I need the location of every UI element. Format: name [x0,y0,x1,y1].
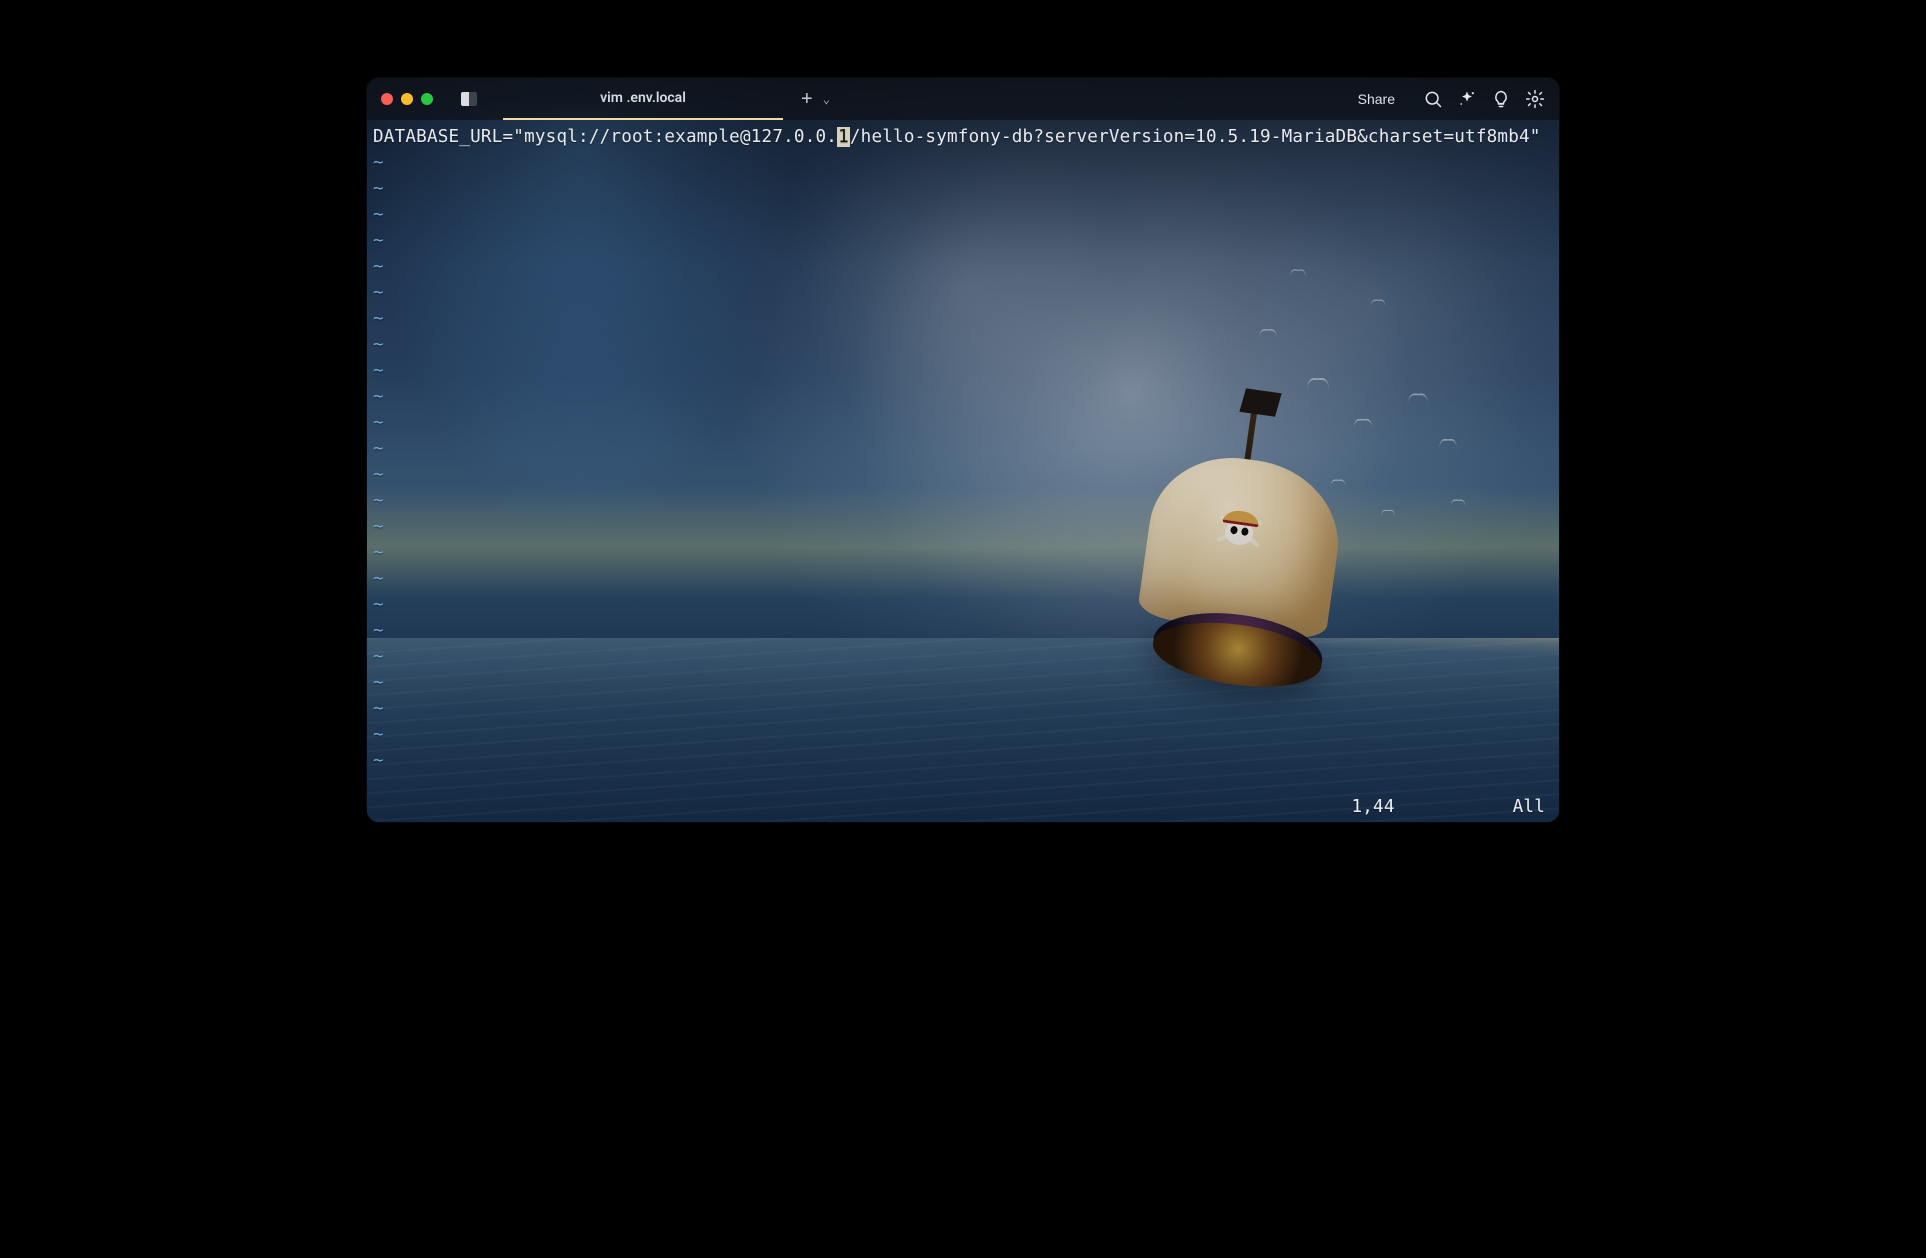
vim-empty-line: ~ [371,462,1555,488]
vim-empty-line: ~ [371,644,1555,670]
share-button[interactable]: Share [1358,92,1395,106]
vim-empty-line: ~ [371,280,1555,306]
bulb-icon[interactable] [1491,89,1511,109]
close-window-button[interactable] [381,93,393,105]
vim-empty-line: ~ [371,306,1555,332]
file-content-line: DATABASE_URL="mysql://root:example@127.0… [371,124,1555,150]
vim-empty-line: ~ [371,150,1555,176]
scroll-scope: All [1513,794,1545,820]
vim-empty-line: ~ [371,202,1555,228]
terminal-window: vim .env.local + ⌄ Share DATABASE_URL="m… [367,78,1559,822]
sparkle-icon[interactable] [1457,89,1477,109]
minimize-window-button[interactable] [401,93,413,105]
vim-empty-line: ~ [371,384,1555,410]
vim-empty-line: ~ [371,722,1555,748]
cursor-position: 1,44 [1351,794,1394,820]
tab-title: vim .env.local [600,91,686,105]
window-controls [381,93,433,105]
terminal-viewport[interactable]: DATABASE_URL="mysql://root:example@127.0… [367,120,1559,822]
text-after-cursor: /hello-symfony-db?serverVersion=10.5.19-… [850,127,1541,147]
vim-cursor: 1 [837,127,850,147]
split-panes-icon[interactable] [461,92,477,106]
zoom-window-button[interactable] [421,93,433,105]
tab-active[interactable]: vim .env.local [503,78,783,120]
vim-empty-line: ~ [371,540,1555,566]
vim-empty-line: ~ [371,488,1555,514]
text-before-cursor: DATABASE_URL="mysql://root:example@127.0… [373,127,837,147]
vim-empty-line: ~ [371,436,1555,462]
vim-empty-line: ~ [371,514,1555,540]
vim-empty-line: ~ [371,566,1555,592]
vim-empty-line: ~ [371,670,1555,696]
gear-icon[interactable] [1525,89,1545,109]
vim-empty-line: ~ [371,228,1555,254]
new-tab-button[interactable]: + [801,89,813,109]
vim-empty-line: ~ [371,696,1555,722]
vim-empty-line: ~ [371,618,1555,644]
vim-empty-line: ~ [371,410,1555,436]
vim-empty-line: ~ [371,332,1555,358]
new-tab-menu-button[interactable]: ⌄ [823,92,830,106]
vim-empty-line: ~ [371,748,1555,774]
title-bar: vim .env.local + ⌄ Share [367,78,1559,120]
vim-empty-line: ~ [371,592,1555,618]
vim-empty-line: ~ [371,176,1555,202]
vim-empty-line: ~ [371,358,1555,384]
search-icon[interactable] [1423,89,1443,109]
new-tab-controls: + ⌄ [801,89,830,109]
vim-status-line: 1,44 All [371,794,1555,822]
vim-empty-line: ~ [371,254,1555,280]
